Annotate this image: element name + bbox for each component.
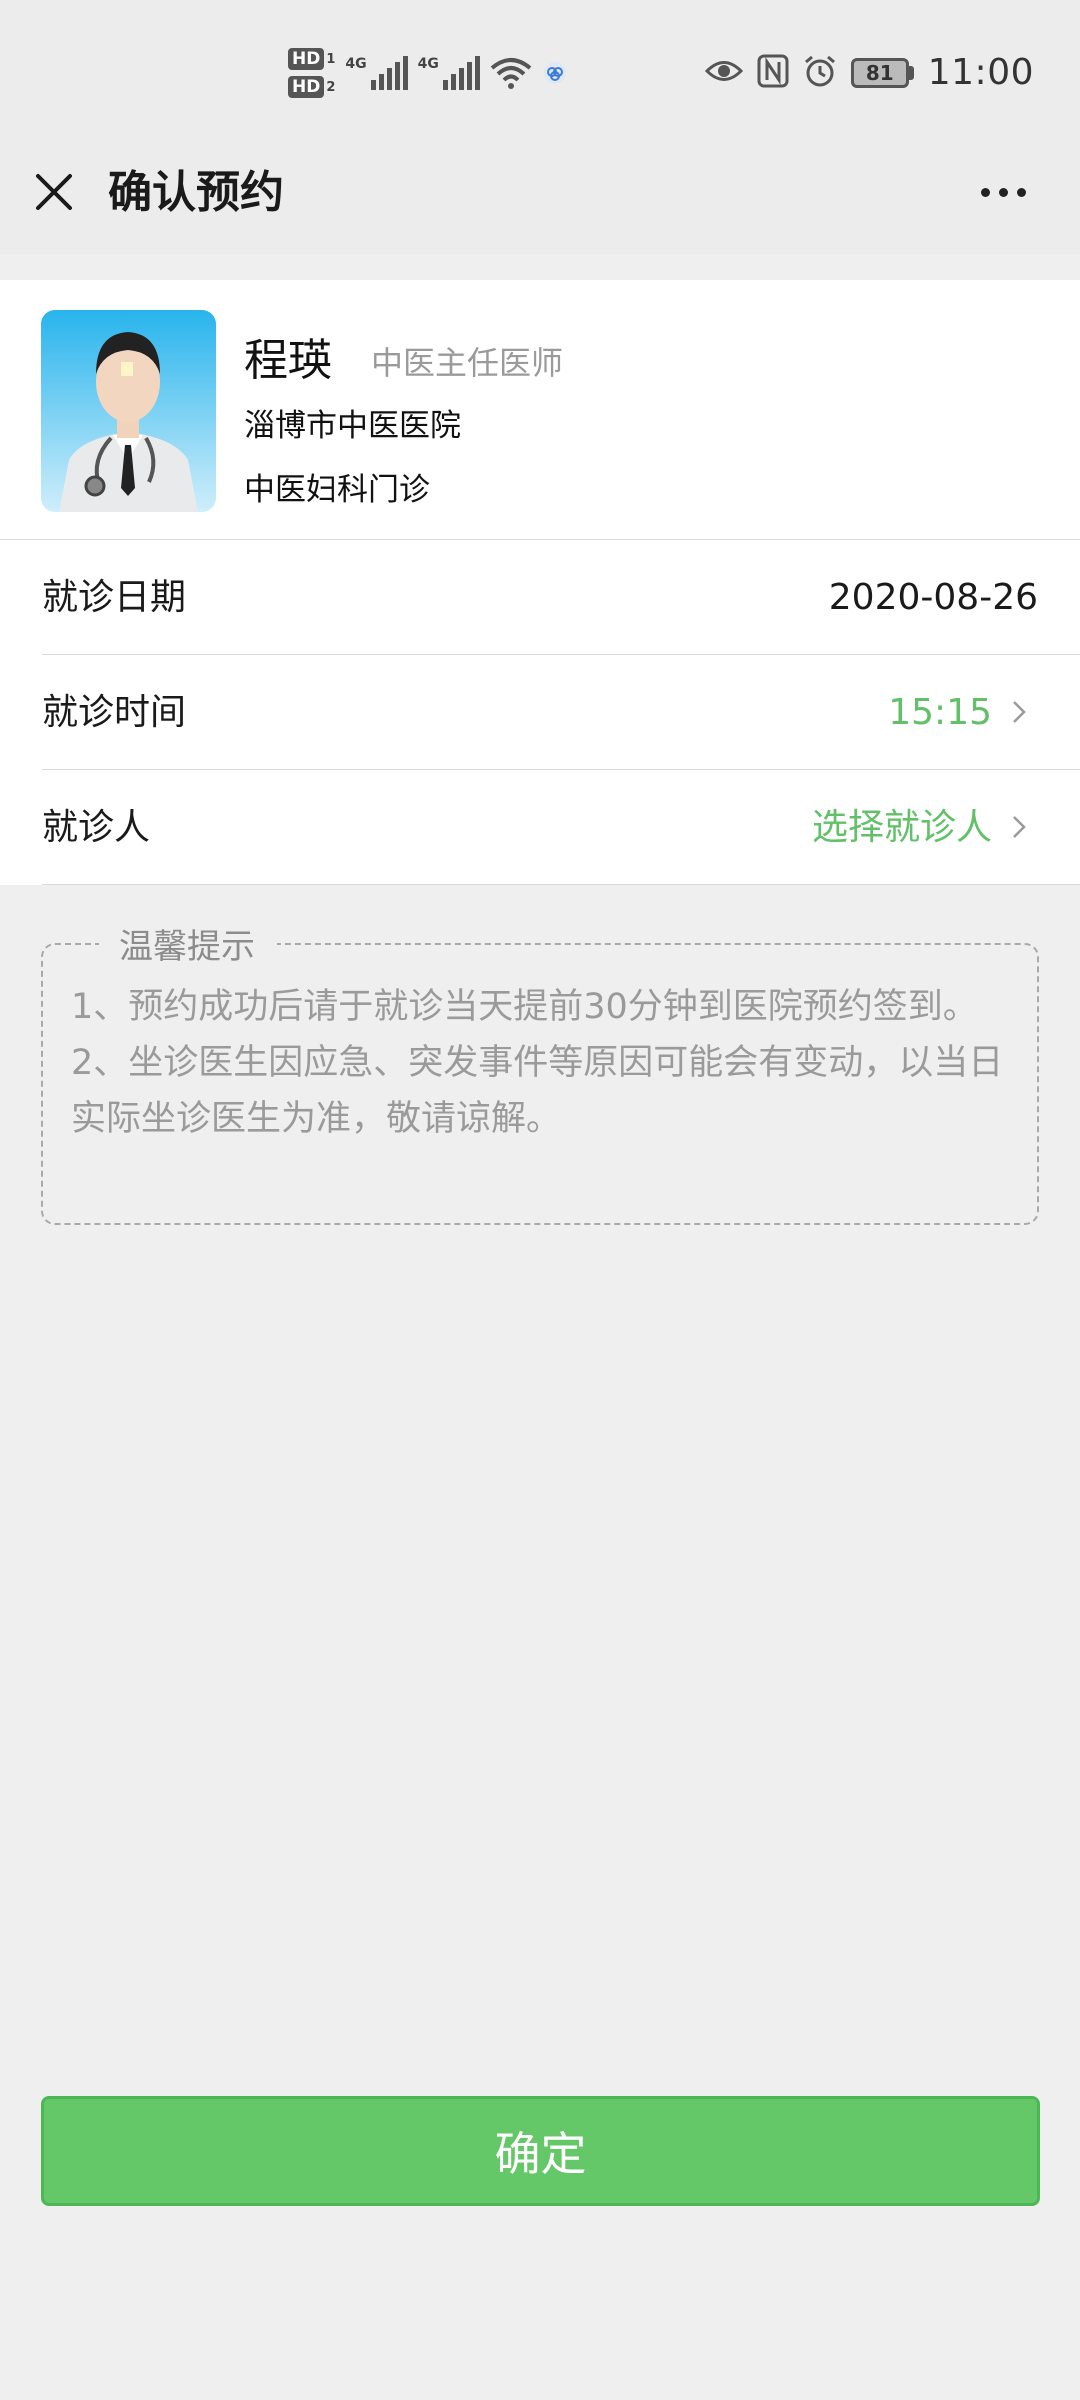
- tip-line-2: 2、坐诊医生因应急、突发事件等原因可能会有变动，以当日实际坐诊医生为准，敬请谅解…: [71, 1043, 1004, 1139]
- doctor-title: 中医主任医师: [371, 344, 564, 382]
- close-icon: [36, 174, 72, 210]
- patient-row[interactable]: 就诊人 选择就诊人: [42, 770, 1080, 885]
- page-title: 确认预约: [108, 167, 284, 218]
- signal-bars: [370, 56, 408, 90]
- battery-icon: 81: [850, 57, 914, 88]
- confirm-button[interactable]: 确定: [41, 2096, 1040, 2206]
- more-options-button[interactable]: [968, 172, 1038, 212]
- patient-label: 就诊人: [42, 807, 151, 848]
- close-button[interactable]: [24, 162, 84, 222]
- battery-tip: [908, 65, 914, 80]
- more-dot: [1016, 187, 1026, 197]
- hd-1: HD 1: [288, 48, 335, 70]
- chevron-right-icon: [1013, 816, 1026, 838]
- warm-tips-title: 温馨提示: [99, 919, 277, 968]
- battery-level: 81: [850, 57, 909, 88]
- confirm-label: 确定: [494, 2127, 587, 2181]
- signal-bars: [442, 56, 480, 90]
- network-type: 4G: [417, 56, 439, 72]
- time-label: 就诊时间: [42, 692, 187, 733]
- chevron-right-icon: [1013, 701, 1026, 723]
- wifi-icon: [490, 56, 532, 90]
- time-row[interactable]: 就诊时间 15:15: [42, 655, 1080, 770]
- doctor-card: 程瑛 中医主任医师 淄博市中医医院 中医妇科门诊: [0, 280, 1080, 540]
- date-value: 2020-08-26: [828, 577, 1038, 618]
- signal-2-icon: 4G: [418, 56, 480, 90]
- doctor-name: 程瑛: [244, 335, 332, 386]
- hd-2: HD 2: [288, 76, 335, 98]
- more-dot: [980, 187, 990, 197]
- date-row: 就诊日期 2020-08-26: [42, 540, 1080, 655]
- hd-badge: HD: [288, 48, 325, 70]
- hd-badge: HD: [288, 76, 325, 98]
- cloud-sync-icon: [542, 60, 568, 86]
- status-bar-right: 81 11:00: [704, 52, 1034, 93]
- network-type: 4G: [345, 56, 367, 72]
- tip-line-1: 1、预约成功后请于就诊当天提前30分钟到医院预约签到。: [71, 987, 978, 1027]
- hd-number: 1: [326, 51, 336, 67]
- doctor-hospital: 淄博市中医医院: [244, 408, 461, 444]
- date-label: 就诊日期: [42, 577, 187, 618]
- hd-number: 2: [326, 79, 336, 95]
- eye-icon: [704, 58, 743, 88]
- status-bar-left: HD 1 HD 2 4G 4G: [288, 48, 568, 98]
- appointment-details: 就诊日期 2020-08-26 就诊时间 15:15 就诊人 选择就诊人: [0, 540, 1080, 885]
- status-bar: HD 1 HD 2 4G 4G 81 11:00: [0, 0, 1080, 150]
- signal-1-icon: 4G: [345, 56, 408, 90]
- time-value[interactable]: 15:15: [888, 655, 992, 770]
- select-patient-link[interactable]: 选择就诊人: [812, 770, 992, 885]
- alarm-icon: [803, 54, 837, 92]
- doctor-department: 中医妇科门诊: [244, 472, 430, 508]
- more-dot: [998, 187, 1008, 197]
- warm-tips-text: 1、预约成功后请于就诊当天提前30分钟到医院预约签到。 2、坐诊医生因应急、突发…: [71, 979, 1021, 1147]
- nav-bar: 确认预约: [0, 150, 1080, 254]
- hd-indicators: HD 1 HD 2: [288, 48, 335, 98]
- doctor-avatar: [41, 310, 216, 512]
- status-clock: 11:00: [927, 52, 1034, 93]
- warm-tips-box: 温馨提示 1、预约成功后请于就诊当天提前30分钟到医院预约签到。 2、坐诊医生因…: [41, 919, 1039, 1225]
- nfc-icon: [757, 54, 789, 92]
